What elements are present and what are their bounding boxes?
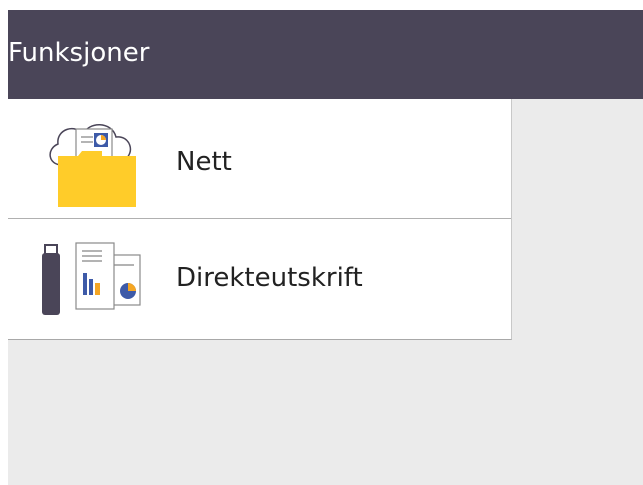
title-bar: Funksjoner [8,10,643,99]
page-title: Funksjoner [8,38,150,68]
menu-item-direct-print[interactable]: Direkteutskrift [8,219,511,338]
function-menu: Nett Direkteutskrift [8,99,512,340]
cloud-folder-icon [49,124,136,207]
menu-item-label: Direkteutskrift [176,263,363,293]
menu-item-label: Nett [176,147,232,177]
usb-print-icon [42,242,141,315]
printer-screen: Funksjoner Nett Direkteutskrift [8,10,643,485]
menu-item-web[interactable]: Nett [8,99,511,219]
